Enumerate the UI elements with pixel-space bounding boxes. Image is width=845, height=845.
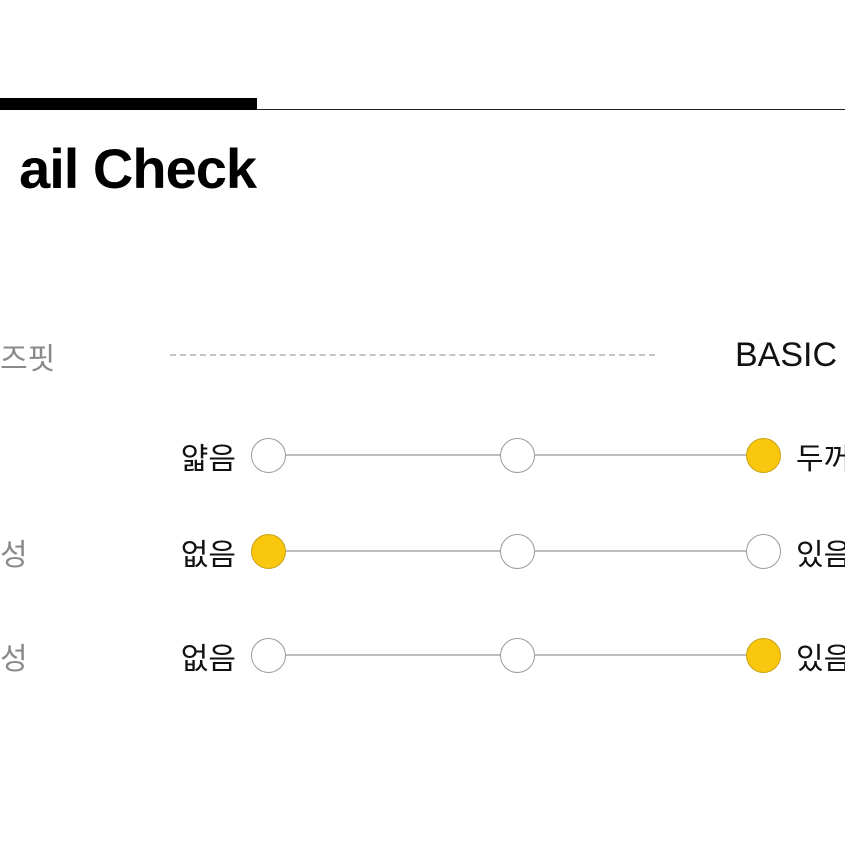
slider-option-0[interactable] — [250, 533, 286, 569]
slider-option-1[interactable] — [499, 533, 535, 569]
slider-option-2[interactable] — [745, 637, 781, 673]
slider-max-label: 있음 — [796, 538, 845, 573]
slider-option-1[interactable] — [499, 437, 535, 473]
slider-max-label: 있음 — [796, 642, 845, 677]
slider-option-0[interactable] — [250, 637, 286, 673]
page-title: ail Check — [19, 137, 257, 200]
slider-max-label: 두꺼 — [796, 442, 845, 477]
slider-min-label: 없음 — [180, 642, 236, 677]
header-divider — [257, 109, 845, 110]
dotted-leader — [170, 354, 655, 356]
slider-min-label: 얇음 — [180, 442, 236, 477]
slider-option-1[interactable] — [499, 637, 535, 673]
slider-option-2[interactable] — [745, 533, 781, 569]
slider-option-2[interactable] — [745, 437, 781, 473]
fit-label: 즈핏 — [0, 342, 56, 377]
fit-value: BASIC — [735, 336, 838, 374]
slider-min-label: 없음 — [180, 538, 236, 573]
header-bar-thick — [0, 98, 257, 110]
slider-option-0[interactable] — [250, 437, 286, 473]
